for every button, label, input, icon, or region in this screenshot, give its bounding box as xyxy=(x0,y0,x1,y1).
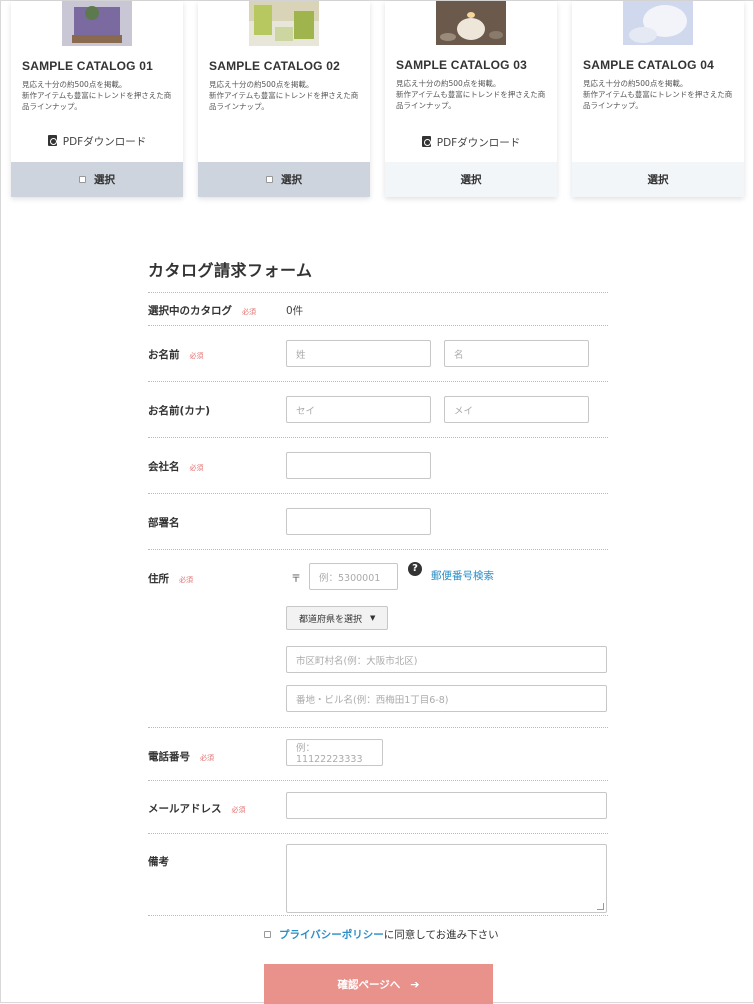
field-label: お名前(カナ) xyxy=(148,405,211,417)
chevron-down-icon: ▼ xyxy=(370,614,376,622)
field-label: 会社名 必須 xyxy=(148,461,204,473)
street-input[interactable]: 番地・ビル名(例：西梅田1丁目6-8) xyxy=(286,685,607,712)
help-icon[interactable]: ? xyxy=(408,562,422,576)
field-label: お名前 必須 xyxy=(148,349,204,361)
catalog-list: SAMPLE CATALOG 01 見応え十分の約500点を掲載。 新作アイテムも… xyxy=(1,1,754,206)
select-checkbox[interactable] xyxy=(266,176,273,183)
confirm-button-label: 確認ページへ xyxy=(337,978,401,991)
row-selected-catalog: 選択中のカタログ 必須 0件 xyxy=(148,292,608,325)
city-input[interactable]: 市区町村名(例：大阪市北区) xyxy=(286,646,607,673)
select-checkbox[interactable] xyxy=(79,176,86,183)
catalog-select-button[interactable]: 選択 xyxy=(385,162,557,197)
row-address: 住所 必須 〒 例：5300001 ? 郵便番号検索 都道府県を選択 ▼ 市区町村名… xyxy=(148,549,608,727)
row-name-kana: お名前(カナ) セイ メイ xyxy=(148,381,608,437)
last-name-input[interactable]: 姓 xyxy=(286,340,431,367)
catalog-card-04: SAMPLE CATALOG 04 見応え十分の約500点を掲載。 新作アイテムも… xyxy=(572,1,744,197)
required-badge: 必須 xyxy=(179,576,193,584)
catalog-select-button[interactable]: 選択 xyxy=(572,162,744,197)
catalog-title: SAMPLE CATALOG 02 xyxy=(209,59,340,73)
first-name-input[interactable]: 名 xyxy=(444,340,589,367)
field-label: メールアドレス 必須 xyxy=(148,803,246,815)
catalog-description: 見応え十分の約500点を掲載。 新作アイテムも豊富にトレンドを押さえた商品ラインナ… xyxy=(22,80,172,111)
prefecture-select[interactable]: 都道府県を選択 ▼ xyxy=(286,606,389,630)
catalog-description: 見応え十分の約500点を掲載。 新作アイテムも豊富にトレンドを押さえた商品ラインナ… xyxy=(209,80,359,111)
pdf-download-link[interactable]: PDFダウンロード xyxy=(11,134,183,149)
divider xyxy=(148,915,608,916)
catalog-thumbnail xyxy=(623,1,693,45)
required-badge: 必須 xyxy=(189,464,204,472)
notes-textarea[interactable] xyxy=(286,844,607,913)
privacy-consent: プライバシーポリシーに同意してお進み下さい xyxy=(264,926,504,944)
row-name: お名前 必須 姓 名 xyxy=(148,325,608,381)
arrow-right-icon: ➔ xyxy=(410,977,420,991)
selected-count: 0件 xyxy=(286,305,304,317)
privacy-policy-link[interactable]: プライバシーポリシー xyxy=(279,929,384,941)
form-title: カタログ請求フォーム xyxy=(148,261,313,280)
catalog-thumbnail xyxy=(62,1,132,46)
catalog-card-01: SAMPLE CATALOG 01 見応え十分の約500点を掲載。 新作アイテムも… xyxy=(11,1,183,197)
row-company: 会社名 必須 xyxy=(148,437,608,493)
field-label: 住所 必須 xyxy=(148,573,193,585)
zip-search-link[interactable]: 郵便番号検索 xyxy=(431,568,494,583)
pdf-file-icon xyxy=(47,135,57,146)
postal-mark: 〒 xyxy=(291,574,301,585)
row-phone: 電話番号 必須 例：11122223333 xyxy=(148,727,608,780)
required-badge: 必須 xyxy=(200,754,214,762)
catalog-card-03: SAMPLE CATALOG 03 見応え十分の約500点を掲載。 新作アイテムも… xyxy=(385,1,557,197)
catalog-select-button[interactable]: 選択 xyxy=(198,162,370,197)
catalog-title: SAMPLE CATALOG 01 xyxy=(22,59,153,73)
catalog-description: 見応え十分の約500点を掲載。 新作アイテムも豊富にトレンドを押さえた商品ラインナ… xyxy=(583,79,733,110)
catalog-card-02: SAMPLE CATALOG 02 見応え十分の約500点を掲載。 新作アイテムも… xyxy=(198,1,370,197)
required-badge: 必須 xyxy=(189,352,204,360)
last-name-kana-input[interactable]: セイ xyxy=(286,396,431,423)
catalog-description: 見応え十分の約500点を掲載。 新作アイテムも豊富にトレンドを押さえた商品ラインナ… xyxy=(396,79,546,110)
field-label: 選択中のカタログ 必須 xyxy=(148,305,256,317)
pdf-download-link[interactable]: PDFダウンロード xyxy=(385,135,557,150)
first-name-kana-input[interactable]: メイ xyxy=(444,396,589,423)
field-label: 備考 xyxy=(148,856,169,868)
row-department: 部署名 xyxy=(148,493,608,549)
catalog-select-button[interactable]: 選択 xyxy=(11,162,183,197)
consent-checkbox[interactable] xyxy=(264,931,271,938)
phone-input[interactable]: 例：11122223333 xyxy=(286,739,383,766)
row-notes: 備考 xyxy=(148,833,608,916)
catalog-thumbnail xyxy=(249,1,319,46)
company-input[interactable] xyxy=(286,452,431,479)
consent-text: に同意してお進み下さい xyxy=(383,929,499,941)
department-input[interactable] xyxy=(286,508,431,535)
row-email: メールアドレス 必須 xyxy=(148,780,608,833)
field-label: 部署名 xyxy=(148,517,180,529)
email-input[interactable] xyxy=(286,792,607,819)
field-label: 電話番号 必須 xyxy=(148,751,214,763)
required-badge: 必須 xyxy=(231,806,246,814)
required-badge: 必須 xyxy=(242,308,256,316)
pdf-file-icon xyxy=(421,136,431,147)
catalog-title: SAMPLE CATALOG 03 xyxy=(396,58,527,72)
catalog-title: SAMPLE CATALOG 04 xyxy=(583,58,714,72)
catalog-thumbnail xyxy=(436,1,506,45)
zip-code-input[interactable]: 例：5300001 xyxy=(309,563,398,590)
confirm-button[interactable]: 確認ページへ ➔ xyxy=(264,964,493,1004)
